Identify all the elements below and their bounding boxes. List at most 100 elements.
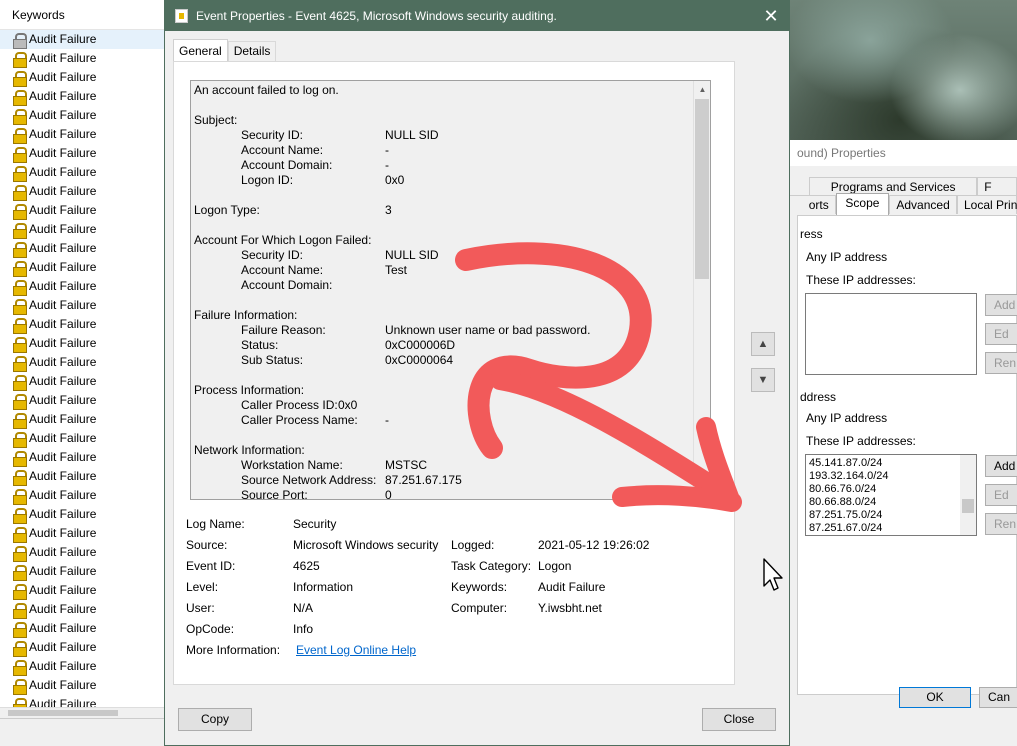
lock-icon	[13, 602, 27, 619]
description-field-line: Account Name: -	[194, 143, 694, 158]
event-list-item[interactable]: Audit Failure	[0, 543, 167, 562]
remote-ip-item[interactable]: 87.251.75.0/24	[809, 509, 973, 522]
event-list-item[interactable]: Audit Failure	[0, 239, 167, 258]
event-list-item[interactable]: Audit Failure	[0, 429, 167, 448]
copy-button[interactable]: Copy	[178, 708, 252, 731]
remote-ip-list[interactable]: 45.141.87.0/24 193.32.164.0/24 80.66.76.0/…	[805, 454, 977, 536]
keywords-horizontal-scrollbar[interactable]	[0, 707, 167, 718]
scroll-down-icon[interactable]: ▼	[694, 482, 710, 499]
lock-icon	[13, 412, 27, 429]
event-list-item[interactable]: Audit Failure	[0, 619, 167, 638]
event-list-item[interactable]: Audit Failure	[0, 372, 167, 391]
event-list-item[interactable]: Audit Failure	[0, 353, 167, 372]
local-remove-button[interactable]: Ren	[985, 352, 1017, 374]
event-list-item[interactable]: Audit Failure	[0, 486, 167, 505]
remote-edit-button[interactable]: Ed	[985, 484, 1017, 506]
scroll-up-icon[interactable]: ▲	[694, 81, 710, 98]
event-list-item[interactable]: Audit Failure	[0, 448, 167, 467]
scrollbar-thumb[interactable]	[8, 710, 118, 716]
event-list-item[interactable]: Audit Failure	[0, 391, 167, 410]
event-keyword-label: Audit Failure	[29, 526, 97, 540]
event-list-item[interactable]: Audit Failure	[0, 505, 167, 524]
previous-event-button[interactable]: ▲	[751, 332, 775, 356]
remote-ip-scrollbar[interactable]	[960, 455, 976, 535]
field-label: Sub Status:	[241, 353, 304, 367]
cancel-button[interactable]: Can	[979, 687, 1017, 708]
event-log-online-help-link[interactable]: Event Log Online Help	[296, 640, 416, 661]
event-list-item[interactable]: Audit Failure	[0, 201, 167, 220]
local-edit-button[interactable]: Ed	[985, 323, 1017, 345]
keywords-column-header[interactable]: Keywords	[0, 0, 167, 30]
lock-icon	[13, 32, 27, 49]
keywords-list: Audit Failure Audit Failure Audit Failure A…	[0, 30, 167, 718]
close-icon[interactable]: ✕	[759, 4, 783, 28]
remote-ip-item[interactable]: 45.141.87.0/24	[809, 457, 973, 470]
event-list-item[interactable]: Audit Failure	[0, 410, 167, 429]
event-list-item[interactable]: Audit Failure	[0, 296, 167, 315]
remote-any-ip-radio[interactable]: Any IP address	[806, 411, 887, 425]
event-list-item[interactable]: Audit Failure	[0, 657, 167, 676]
field-label: Account Name:	[241, 263, 324, 277]
event-list-item[interactable]: Audit Failure	[0, 277, 167, 296]
event-list-item[interactable]: Audit Failure	[0, 49, 167, 68]
field-value: -	[385, 143, 389, 157]
remote-ip-item[interactable]: 80.66.88.0/24	[809, 496, 973, 509]
event-list-item[interactable]: Audit Failure	[0, 562, 167, 581]
local-any-ip-radio[interactable]: Any IP address	[806, 250, 887, 264]
remote-these-ip-radio[interactable]: These IP addresses:	[806, 434, 916, 448]
event-list-item[interactable]: Audit Failure	[0, 106, 167, 125]
ok-button[interactable]: OK	[899, 687, 971, 708]
tab-local-principals[interactable]: Local Princip	[957, 195, 1017, 214]
tab-overflow[interactable]: F	[977, 177, 1017, 196]
lock-icon	[13, 564, 27, 581]
remote-ip-item[interactable]: 80.66.76.0/24	[809, 483, 973, 496]
event-list-item[interactable]: Audit Failure	[0, 467, 167, 486]
tab-ports[interactable]: orts	[789, 195, 836, 214]
description-scrollbar[interactable]: ▲ ▼	[693, 81, 710, 499]
tab-programs-and-services[interactable]: Programs and Services	[809, 177, 978, 196]
event-list-item[interactable]: Audit Failure	[0, 144, 167, 163]
scrollbar-thumb[interactable]	[962, 499, 974, 513]
tab-scope[interactable]: Scope	[835, 193, 890, 215]
field-label: Security ID:	[241, 128, 304, 142]
description-field-line: Account Domain:	[194, 278, 694, 293]
remote-add-button[interactable]: Add	[985, 455, 1017, 477]
event-list-item[interactable]: Audit Failure	[0, 334, 167, 353]
event-list-item[interactable]: Audit Failure	[0, 182, 167, 201]
local-add-button[interactable]: Add	[985, 294, 1017, 316]
process-name-line: Caller Process Name: -	[241, 413, 389, 427]
meta-row-event-id: Event ID: 4625 Task Category: Logon	[186, 559, 572, 573]
event-list-item[interactable]: Audit Failure	[0, 676, 167, 695]
remote-remove-button[interactable]: Ren	[985, 513, 1017, 535]
tab-advanced[interactable]: Advanced	[889, 195, 957, 214]
tab-general[interactable]: General	[173, 39, 228, 62]
event-list-item[interactable]: Audit Failure	[0, 30, 167, 49]
lock-icon	[13, 184, 27, 201]
lock-icon	[13, 317, 27, 334]
scrollbar-thumb[interactable]	[695, 99, 709, 279]
event-list-item[interactable]: Audit Failure	[0, 581, 167, 600]
close-button[interactable]: Close	[702, 708, 776, 731]
event-list-item[interactable]: Audit Failure	[0, 125, 167, 144]
event-keyword-label: Audit Failure	[29, 184, 97, 198]
next-event-button[interactable]: ▼	[751, 368, 775, 392]
event-list-item[interactable]: Audit Failure	[0, 638, 167, 657]
local-these-ip-radio[interactable]: These IP addresses:	[806, 273, 916, 287]
tab-details[interactable]: Details	[227, 41, 277, 62]
lock-icon	[13, 89, 27, 106]
local-ip-list[interactable]	[805, 293, 977, 375]
event-list-item[interactable]: Audit Failure	[0, 258, 167, 277]
event-list-item[interactable]: Audit Failure	[0, 220, 167, 239]
event-list-item[interactable]: Audit Failure	[0, 68, 167, 87]
event-description-box[interactable]: An account failed to log on. Subject: Se…	[190, 80, 711, 500]
remote-ip-item[interactable]: 87.251.67.0/24	[809, 522, 973, 535]
lock-icon	[13, 526, 27, 543]
event-list-item[interactable]: Audit Failure	[0, 600, 167, 619]
event-list-item[interactable]: Audit Failure	[0, 315, 167, 334]
remote-ip-item[interactable]: 193.32.164.0/24	[809, 470, 973, 483]
event-list-item[interactable]: Audit Failure	[0, 524, 167, 543]
event-list-item[interactable]: Audit Failure	[0, 163, 167, 182]
dialog-titlebar[interactable]: Event Properties - Event 4625, Microsoft…	[165, 1, 789, 31]
event-list-item[interactable]: Audit Failure	[0, 87, 167, 106]
scope-tab-panel: ress Any IP address These IP addresses: …	[797, 215, 1017, 695]
